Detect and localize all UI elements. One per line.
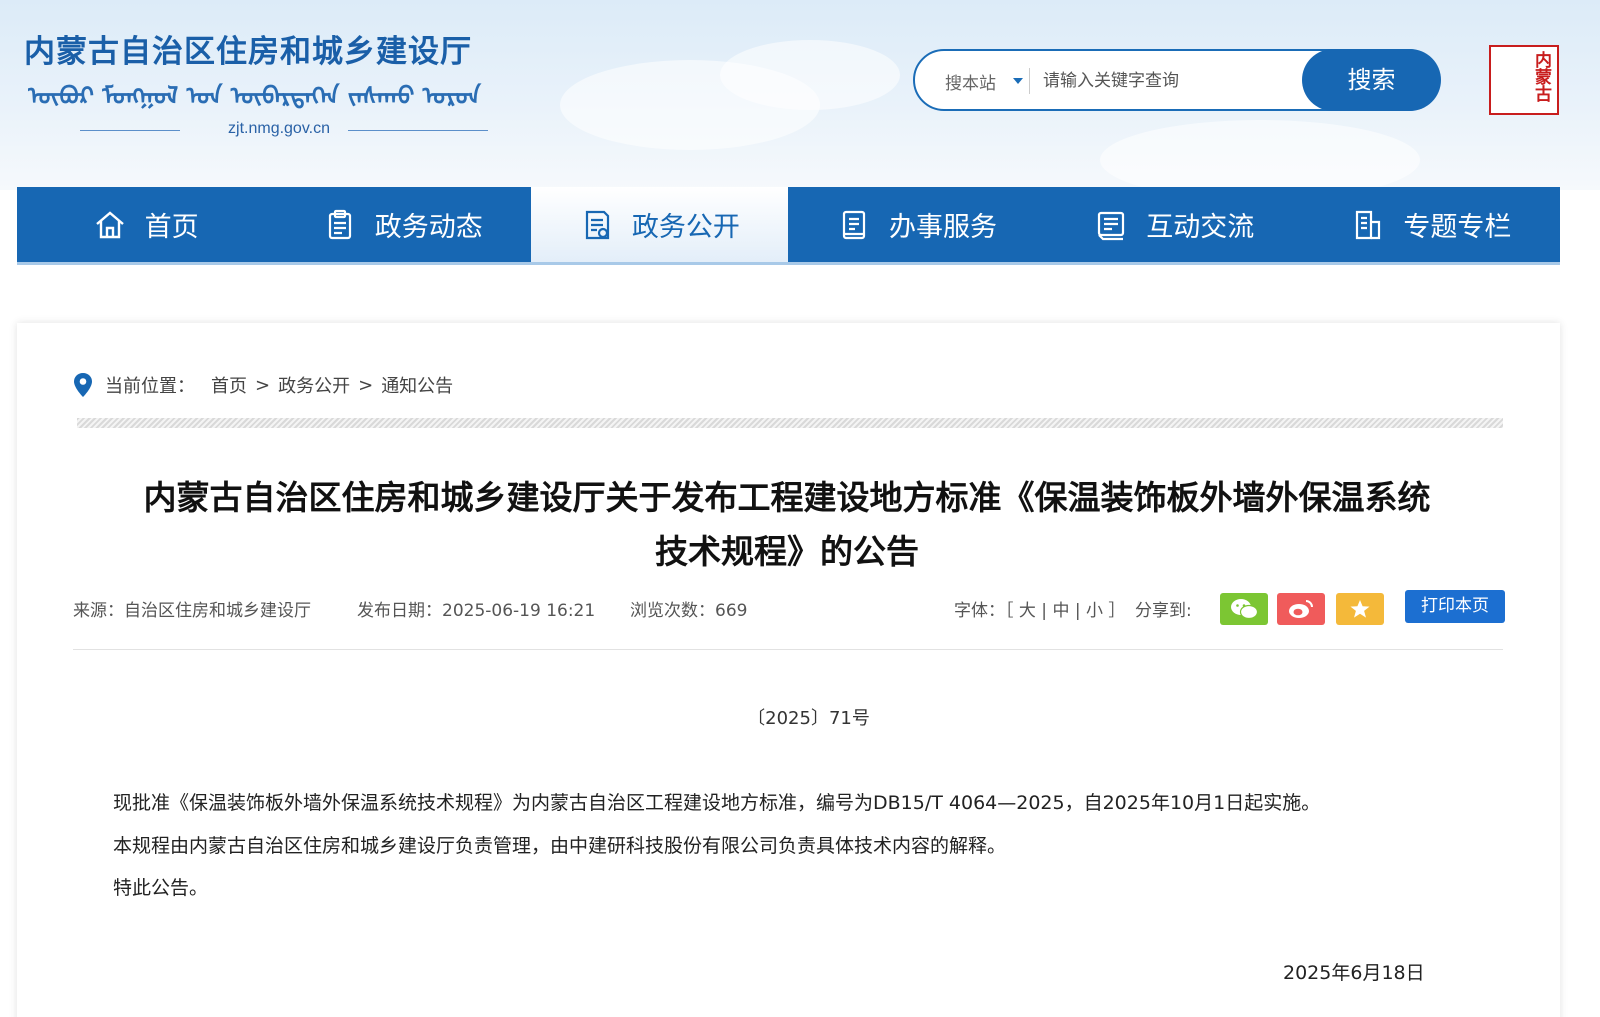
nav-item-gov-open[interactable]: 政务公开 [531,187,789,262]
star-icon [1350,600,1370,618]
service-icon [842,210,866,239]
breadcrumb: 当前位置： 首页 > 政务公开 > 通知公告 [73,371,461,399]
share-wechat-button[interactable] [1220,593,1268,625]
divider [348,130,488,131]
home-icon [95,210,124,238]
breadcrumb-gov-open[interactable]: 政务公开 [278,372,350,398]
article-meta: 来源：自治区住房和城乡建设厅 发布日期：2025-06-19 16:21 浏览次… [73,590,1505,625]
article-publish-date: 发布日期：2025-06-19 16:21 [357,601,596,621]
nav-item-interaction[interactable]: 互动交流 [1046,187,1303,262]
search-input[interactable] [1043,63,1293,99]
striped-divider [77,418,1503,428]
breadcrumb-prefix: 当前位置： [105,376,195,397]
nav-item-label: 互动交流 [1146,212,1255,243]
share-weibo-button[interactable] [1277,593,1325,625]
cloud-decoration [1100,120,1420,190]
divider [73,649,1503,650]
article-paragraph: 本规程由内蒙古自治区住房和城乡建设厅负责管理，由中建研科技股份有限公司负责具体技… [113,835,1007,857]
search-scope-select[interactable]: 搜本站 [945,69,996,94]
search-box: 搜本站 搜索 [913,49,1441,111]
mongolian-logo-text: ᠥᠪᠦᠷ ᠮᠣᠩᠭᠣᠯ ᠤᠨ ᠥᠪᠡᠷᠲᠡᠭᠡᠨ ᠵᠠᠰᠠᠬᠤ ᠣᠷᠣᠨ [28,81,481,110]
site-domain: zjt.nmg.gov.cn [228,120,330,137]
breadcrumb-separator: > [358,374,374,396]
nav-item-label: 专题专栏 [1403,212,1512,243]
document-number: 〔2025〕71号 [747,708,870,729]
article-paragraph: 现批准《保温装饰板外墙外保温系统技术规程》为内蒙古自治区工程建设地方标准，编号为… [113,792,1321,814]
signature-date: 2025年6月18日 [1283,962,1425,984]
search-button[interactable]: 搜索 [1302,49,1441,111]
share-label: 分享到: [1135,601,1192,621]
nav-item-news[interactable]: 政务动态 [274,187,531,262]
divider [80,130,180,131]
font-size-switcher[interactable]: 字体：［ 大 | 中 | 小 ］ [954,596,1125,621]
article-title-line2: 技术规程》的公告 [655,532,919,571]
nav-item-home[interactable]: 首页 [17,187,274,262]
article-title-line1: 内蒙古自治区住房和城乡建设厅关于发布工程建设地方标准《保温装饰板外墙外保温系统 [143,478,1431,517]
divider [1029,68,1030,94]
nav-item-label: 首页 [144,212,199,243]
site-header: 内蒙古自治区住房和城乡建设厅 ᠥᠪᠦᠷ ᠮᠣᠩᠭᠣᠯ ᠤᠨ ᠥᠪᠡᠷᠲᠡᠭᠡᠨ … [0,0,1600,190]
caret-down-icon[interactable] [1013,78,1023,84]
breadcrumb-separator: > [255,374,271,396]
article-views: 浏览次数：669 [630,601,748,621]
article-source: 来源：自治区住房和城乡建设厅 [73,601,311,621]
main-nav: 首页 政务动态 政务公开 办事服务 互动交流 专题专栏 [17,187,1560,262]
nav-item-topics[interactable]: 专题专栏 [1303,187,1560,262]
cloud-decoration [720,40,900,110]
location-pin-icon [74,373,92,397]
print-button[interactable]: 打印本页 [1405,590,1505,623]
wechat-icon [1231,599,1258,620]
domain-row: zjt.nmg.gov.cn [80,120,490,140]
nav-item-label: 政务公开 [631,212,740,243]
chat-book-icon [1098,211,1125,240]
clipboard-icon [328,209,351,239]
document-icon [585,210,609,239]
nav-item-label: 政务动态 [374,212,483,243]
breadcrumb-notices[interactable]: 通知公告 [381,372,453,398]
weibo-icon [1289,600,1313,618]
breadcrumb-home[interactable]: 首页 [211,372,247,398]
nav-item-services[interactable]: 办事服务 [788,187,1045,262]
column-icon [1356,210,1381,239]
article-paragraph: 特此公告。 [113,877,209,899]
nav-item-label: 办事服务 [889,212,998,243]
site-logo-title[interactable]: 内蒙古自治区住房和城乡建设厅 [24,26,472,71]
seal-logo: 内蒙古 [1489,45,1559,115]
article-title: 内蒙古自治区住房和城乡建设厅关于发布工程建设地方标准《保温装饰板外墙外保温系统 … [72,471,1502,579]
article-panel: 当前位置： 首页 > 政务公开 > 通知公告 内蒙古自治区住房和城乡建设厅关于发… [17,323,1560,1017]
share-favorite-button[interactable] [1336,593,1384,625]
